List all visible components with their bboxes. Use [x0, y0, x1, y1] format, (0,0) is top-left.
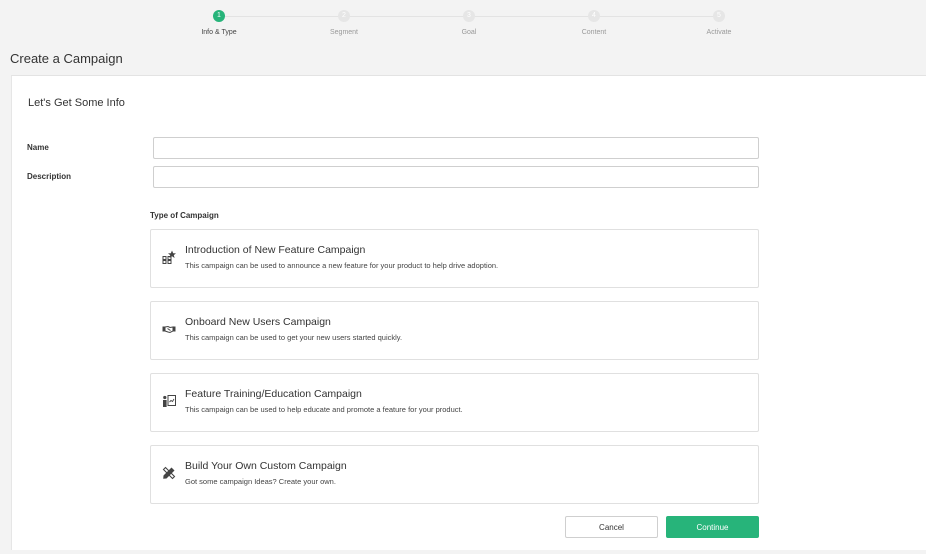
option-description: This campaign can be used to help educat… — [185, 405, 463, 414]
step-number-badge: 5 — [713, 10, 725, 22]
option-description: Got some campaign Ideas? Create your own… — [185, 477, 336, 486]
step-number-badge: 4 — [588, 10, 600, 22]
continue-button[interactable]: Continue — [666, 516, 759, 538]
step-info-type[interactable]: 1 Info & Type — [169, 10, 269, 36]
step-number-badge: 1 — [213, 10, 225, 22]
progress-stepper: 1 Info & Type 2 Segment 3 Goal 4 Content… — [0, 0, 926, 44]
name-label: Name — [27, 143, 49, 152]
step-activate[interactable]: 5 Activate — [669, 10, 769, 36]
step-label: Activate — [706, 29, 732, 36]
step-label: Segment — [329, 29, 359, 36]
campaign-option-feature-training[interactable]: Feature Training/Education Campaign This… — [150, 373, 759, 432]
option-title: Build Your Own Custom Campaign — [185, 460, 347, 472]
campaign-option-onboard-users[interactable]: Onboard New Users Campaign This campaign… — [150, 301, 759, 360]
option-title: Feature Training/Education Campaign — [185, 388, 362, 400]
section-title: Let's Get Some Info — [28, 97, 125, 109]
step-label: Goal — [461, 29, 477, 36]
step-label: Content — [581, 29, 607, 36]
step-label: Info & Type — [201, 29, 237, 36]
campaign-option-custom[interactable]: Build Your Own Custom Campaign Got some … — [150, 445, 759, 504]
name-input[interactable] — [153, 137, 759, 159]
campaign-form-card: Let's Get Some Info Name Description Typ… — [11, 75, 926, 550]
step-number-badge: 2 — [338, 10, 350, 22]
campaign-type-heading: Type of Campaign — [150, 211, 219, 220]
presentation-icon — [162, 394, 176, 408]
step-segment[interactable]: 2 Segment — [294, 10, 394, 36]
feature-grid-star-icon — [162, 250, 176, 264]
step-content[interactable]: 4 Content — [544, 10, 644, 36]
option-description: This campaign can be used to announce a … — [185, 261, 499, 270]
step-number-badge: 3 — [463, 10, 475, 22]
campaign-option-new-feature[interactable]: Introduction of New Feature Campaign Thi… — [150, 229, 759, 288]
pencil-ruler-icon — [162, 466, 176, 480]
page-title: Create a Campaign — [10, 51, 123, 66]
step-goal[interactable]: 3 Goal — [419, 10, 519, 36]
cancel-button[interactable]: Cancel — [565, 516, 658, 538]
description-label: Description — [27, 172, 72, 181]
option-title: Onboard New Users Campaign — [185, 316, 331, 328]
option-title: Introduction of New Feature Campaign — [185, 244, 366, 256]
handshake-icon — [162, 322, 176, 336]
description-input[interactable] — [153, 166, 759, 188]
option-description: This campaign can be used to get your ne… — [185, 333, 403, 342]
